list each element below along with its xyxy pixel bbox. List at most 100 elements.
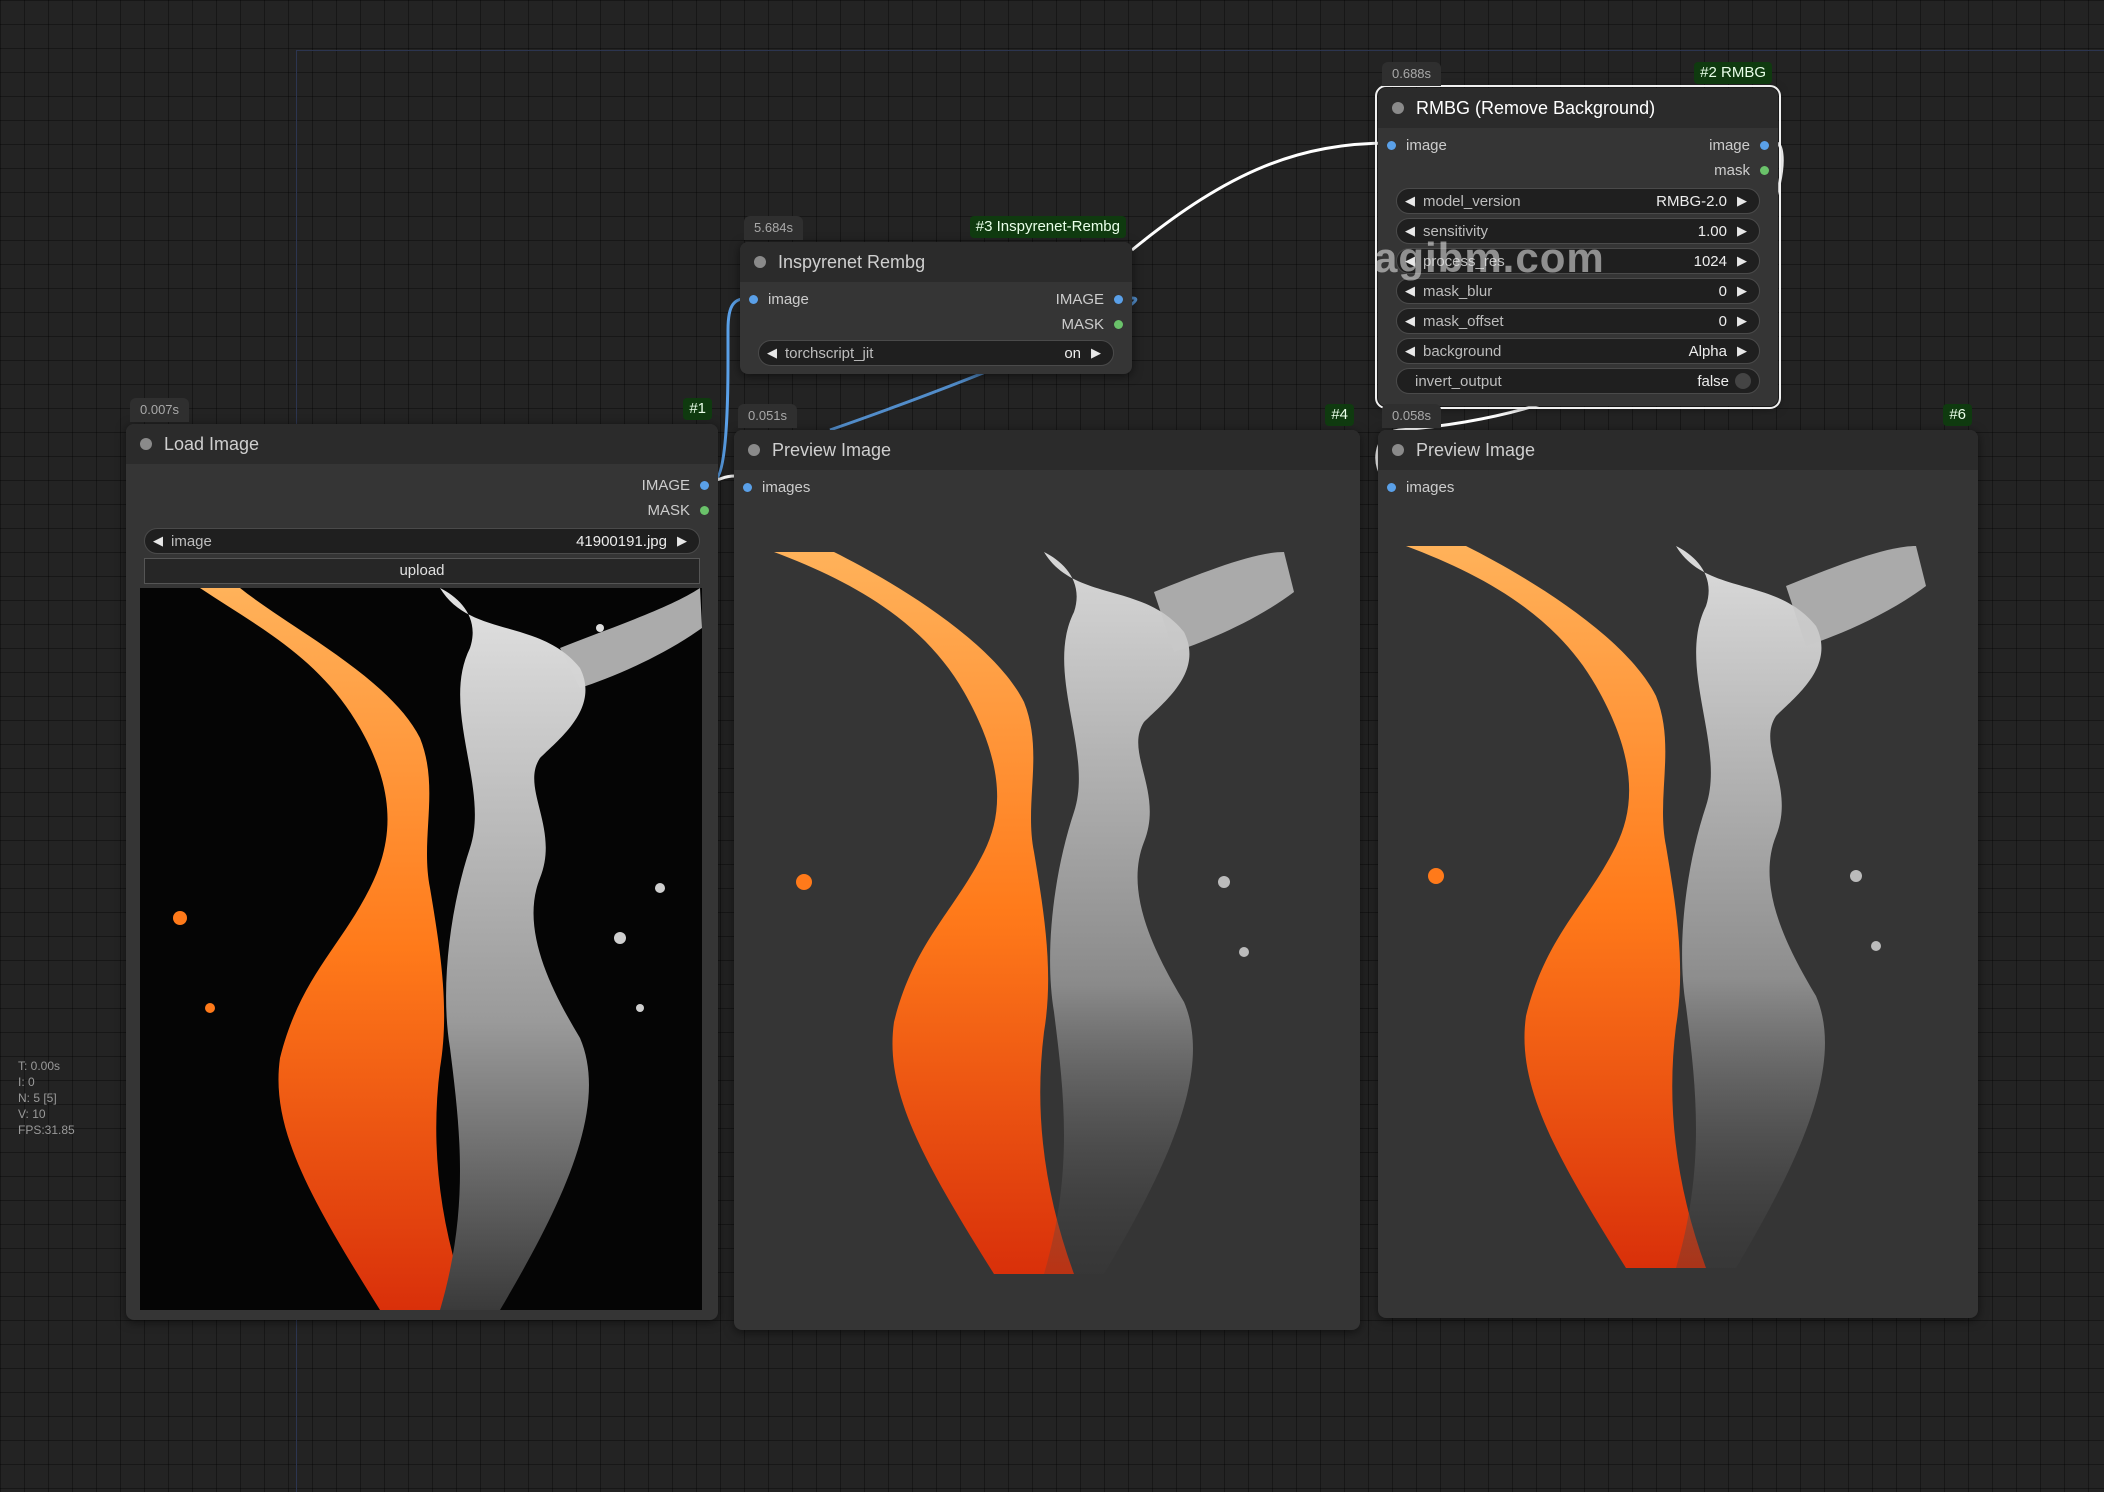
model-version-widget[interactable]: ◀ model_version RMBG-2.0 ▶ [1396,188,1760,214]
node-title: RMBG (Remove Background) [1416,97,1656,118]
inspyrenet-rembg-node[interactable]: 5.684s #3 Inspyrenet-Rembg Inspyrenet Re… [740,216,1132,374]
node-timing: 0.058s [1382,404,1442,428]
load-image-node[interactable]: 0.007s #1 Load Image IMAGE MASK ◀ image … [126,398,718,1320]
node-title-bar[interactable]: RMBG (Remove Background) [1378,88,1778,128]
mask-slot-dot-icon[interactable] [1114,320,1123,329]
slot-label: images [1406,479,1455,496]
widget-value: RMBG-2.0 [1656,192,1727,210]
image-slot-dot-icon[interactable] [1387,483,1396,492]
arrow-right-icon[interactable]: ▶ [1737,253,1751,269]
stat-time: T: 0.00s [18,1059,61,1073]
node-id-badge: #3 Inspyrenet-Rembg [969,216,1126,238]
slot-label: MASK [1061,316,1104,333]
widget-value: 0 [1718,282,1727,300]
image-slot-dot-icon[interactable] [700,481,709,490]
image-slot-dot-icon[interactable] [743,483,752,492]
node-title-bar[interactable]: Preview Image [734,430,1360,470]
collapse-dot-icon[interactable] [1392,102,1404,114]
fire-and-smoke-figures-image [173,588,702,1310]
slot-label: image [1406,137,1447,154]
image-slot-dot-icon[interactable] [1387,141,1396,150]
node-id-badge: #1 [683,398,712,420]
watermark-text: agibm.com [1374,234,1605,281]
arrow-right-icon[interactable]: ▶ [1091,345,1105,361]
widget-name: invert_output [1415,372,1502,390]
node-id-badge: #4 [1325,404,1354,426]
arrow-left-icon[interactable]: ◀ [1405,343,1419,359]
widget-value: false [1697,372,1729,390]
mask-slot-dot-icon[interactable] [700,506,709,515]
io-row-image[interactable]: image IMAGE [740,288,1132,313]
node-title-bar[interactable]: Inspyrenet Rembg [740,242,1132,282]
widget-value: Alpha [1688,342,1727,360]
widget-name: mask_blur [1423,282,1493,300]
widget-value: 1.00 [1697,222,1727,240]
node-title-bar[interactable]: Load Image [126,424,718,464]
arrow-left-icon[interactable]: ◀ [153,533,167,549]
widget-value: on [1064,344,1081,362]
slot-label: images [762,479,811,496]
stat-fps: FPS:31.85 [18,1123,75,1137]
arrow-right-icon[interactable]: ▶ [1737,223,1751,239]
node-title-bar[interactable]: Preview Image [1378,430,1978,470]
node-id-badge: #6 [1943,404,1972,426]
io-row-image[interactable]: image image [1378,134,1778,159]
collapse-dot-icon[interactable] [748,444,760,456]
wire-inspyrenet-to-rmbg [1131,141,1391,252]
cutout-figures-image [1406,546,1926,1268]
collapse-dot-icon[interactable] [754,256,766,268]
image-slot-dot-icon[interactable] [1114,295,1123,304]
group-border-top [296,50,2104,51]
node-timing: 0.688s [1382,62,1442,86]
toggle-knob-icon[interactable] [1735,373,1751,389]
node-title: Preview Image [772,439,892,460]
input-slot-images[interactable]: images [734,476,1360,501]
widget-name: background [1423,342,1502,360]
preview-image-node-6[interactable]: 0.058s #6 Preview Image images [1378,404,1978,1318]
node-timing: 0.007s [130,398,190,422]
arrow-right-icon[interactable]: ▶ [1737,283,1751,299]
arrow-right-icon[interactable]: ▶ [677,533,691,549]
node-title: Preview Image [1416,439,1536,460]
io-row-mask[interactable]: mask [1378,159,1778,184]
loaded-image-preview [140,588,702,1310]
slot-label: image [768,291,809,308]
node-timing: 5.684s [744,216,804,240]
widget-value: 0 [1718,312,1727,330]
slot-label: IMAGE [1055,291,1104,308]
mask-offset-widget[interactable]: ◀ mask_offset 0 ▶ [1396,308,1760,334]
node-title: Inspyrenet Rembg [778,251,926,272]
output-slot-image[interactable]: IMAGE [126,474,718,499]
mask-slot-dot-icon[interactable] [1760,166,1769,175]
invert-output-toggle[interactable]: invert_output false [1396,368,1760,394]
arrow-right-icon[interactable]: ▶ [1737,193,1751,209]
image-combo-widget[interactable]: ◀ image 41900191.jpg ▶ [144,528,700,554]
slot-label: MASK [647,502,690,519]
io-row-mask[interactable]: MASK [740,313,1132,338]
stat-nodes: N: 5 [5] [18,1091,57,1105]
input-slot-images[interactable]: images [1378,476,1978,501]
slot-label: mask [1714,162,1750,179]
widget-name: image [171,532,212,550]
torchscript-jit-widget[interactable]: ◀ torchscript_jit on ▶ [758,340,1114,366]
preview-image-node-4[interactable]: 0.051s #4 Preview Image images [734,404,1360,1330]
widget-name: mask_offset [1423,312,1504,330]
arrow-right-icon[interactable]: ▶ [1737,343,1751,359]
collapse-dot-icon[interactable] [140,438,152,450]
render-stats-overlay: T: 0.00s I: 0 N: 5 [5] V: 10 FPS:31.85 [18,1058,75,1138]
arrow-left-icon[interactable]: ◀ [1405,283,1419,299]
widget-value: 1024 [1693,252,1727,270]
output-slot-mask[interactable]: MASK [126,499,718,524]
arrow-right-icon[interactable]: ▶ [1737,313,1751,329]
graph-canvas[interactable]: 0.007s #1 Load Image IMAGE MASK ◀ image … [0,0,2104,1492]
upload-button[interactable]: upload [144,558,700,584]
image-slot-dot-icon[interactable] [1760,141,1769,150]
node-timing: 0.051s [738,404,798,428]
arrow-left-icon[interactable]: ◀ [1405,313,1419,329]
collapse-dot-icon[interactable] [1392,444,1404,456]
arrow-left-icon[interactable]: ◀ [1405,193,1419,209]
background-widget[interactable]: ◀ background Alpha ▶ [1396,338,1760,364]
widget-name: model_version [1423,192,1521,210]
arrow-left-icon[interactable]: ◀ [767,345,781,361]
image-slot-dot-icon[interactable] [749,295,758,304]
